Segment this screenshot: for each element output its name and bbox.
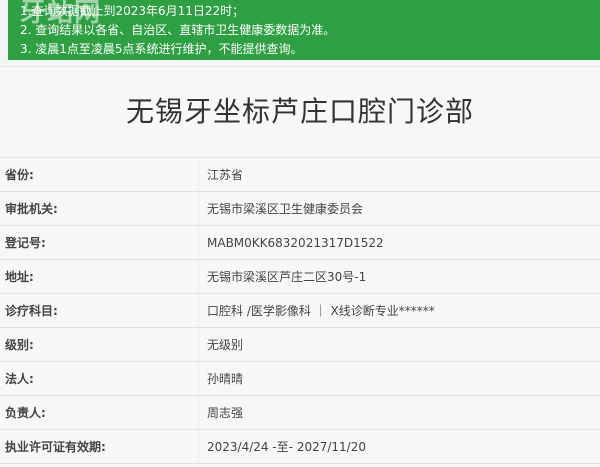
detail-value: 口腔科 /医学影像科 ｜ X线诊断专业****** — [198, 294, 600, 327]
detail-value: 江苏省 — [198, 158, 600, 191]
notice-line-3: 3. 凌晨1点至凌晨5点系统进行维护，不能提供查询。 — [20, 42, 303, 56]
detail-value: 无锡市梁溪区卫生健康委员会 — [198, 192, 600, 225]
detail-row-address: 地址: 无锡市梁溪区芦庄二区30号-1 — [0, 260, 600, 294]
detail-label: 登记号: — [5, 236, 46, 250]
detail-value: 2023/4/24 -至- 2027/11/20 — [198, 430, 600, 463]
detail-value: 无级别 — [198, 328, 600, 361]
detail-row-license-validity: 执业许可证有效期: 2023/4/24 -至- 2027/11/20 — [0, 430, 600, 464]
clinic-title: 无锡牙坐标芦庄口腔门诊部 — [0, 67, 600, 158]
detail-label: 执业许可证有效期: — [5, 440, 106, 454]
detail-value: 周志强 — [198, 396, 600, 429]
detail-row-province: 省份: 江苏省 — [0, 158, 600, 192]
detail-label: 审批机关: — [5, 202, 58, 216]
detail-value: MABM0KK6832021317D1522 — [198, 226, 600, 259]
detail-label: 诊疗科目: — [5, 304, 58, 318]
detail-label: 法人: — [5, 372, 34, 386]
detail-label: 地址: — [5, 270, 34, 284]
detail-row-legal-person: 法人: 孙晴晴 — [0, 362, 600, 396]
detail-row-approval-authority: 审批机关: 无锡市梁溪区卫生健康委员会 — [0, 192, 600, 226]
detail-row-level: 级别: 无级别 — [0, 328, 600, 362]
detail-value: 孙晴晴 — [198, 362, 600, 395]
detail-row-registration-number: 登记号: MABM0KK6832021317D1522 — [0, 226, 600, 260]
detail-label: 级别: — [5, 338, 34, 352]
detail-value: 无锡市梁溪区芦庄二区30号-1 — [198, 260, 600, 293]
notice-line-1: 1.查询数据截止到2023年6月11日22时； — [20, 4, 245, 18]
detail-row-departments: 诊疗科目: 口腔科 /医学影像科 ｜ X线诊断专业****** — [0, 294, 600, 328]
notice-line-2: 2. 查询结果以各省、自治区、直辖市卫生健康委数据为准。 — [20, 23, 336, 37]
notice-banner: 牙站网 1.查询数据截止到2023年6月11日22时； 2. 查询结果以各省、自… — [8, 0, 600, 60]
detail-row-person-in-charge: 负责人: 周志强 — [0, 396, 600, 430]
detail-label: 省份: — [5, 168, 34, 182]
watermark-logo: 牙站网 — [20, 0, 102, 28]
detail-label: 负责人: — [5, 406, 46, 420]
clinic-info-panel: 无锡牙坐标芦庄口腔门诊部 省份: 江苏省 审批机关: 无锡市梁溪区卫生健康委员会… — [0, 66, 600, 467]
